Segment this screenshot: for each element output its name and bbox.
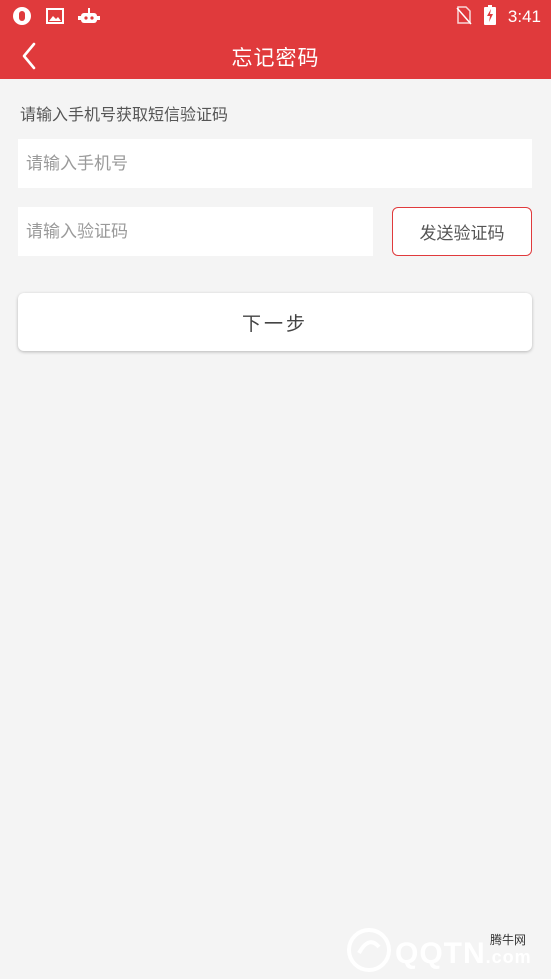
notification-app-icon [12,6,32,30]
status-bar: 3:41 [0,0,551,32]
battery-charging-icon [483,5,496,29]
image-icon [46,8,64,28]
no-sim-icon [456,5,472,29]
next-step-button[interactable]: 下一步 [18,293,532,351]
send-code-button[interactable]: 发送验证码 [392,207,532,256]
watermark-tag: 腾牛网 [490,933,527,947]
page-title: 忘记密码 [231,46,320,70]
app-bar: 忘记密码 [0,32,551,79]
watermark-logo-icon [347,928,391,972]
watermark: QQTN.com 腾牛网 [345,925,545,975]
android-robot-icon [78,7,100,29]
form-hint: 请输入手机号获取短信验证码 [20,105,229,124]
send-code-label: 发送验证码 [419,224,505,244]
phone-input[interactable] [18,139,532,188]
next-step-label: 下一步 [241,312,308,335]
clock-time: 3:41 [507,7,541,26]
verification-code-input[interactable] [18,207,373,256]
